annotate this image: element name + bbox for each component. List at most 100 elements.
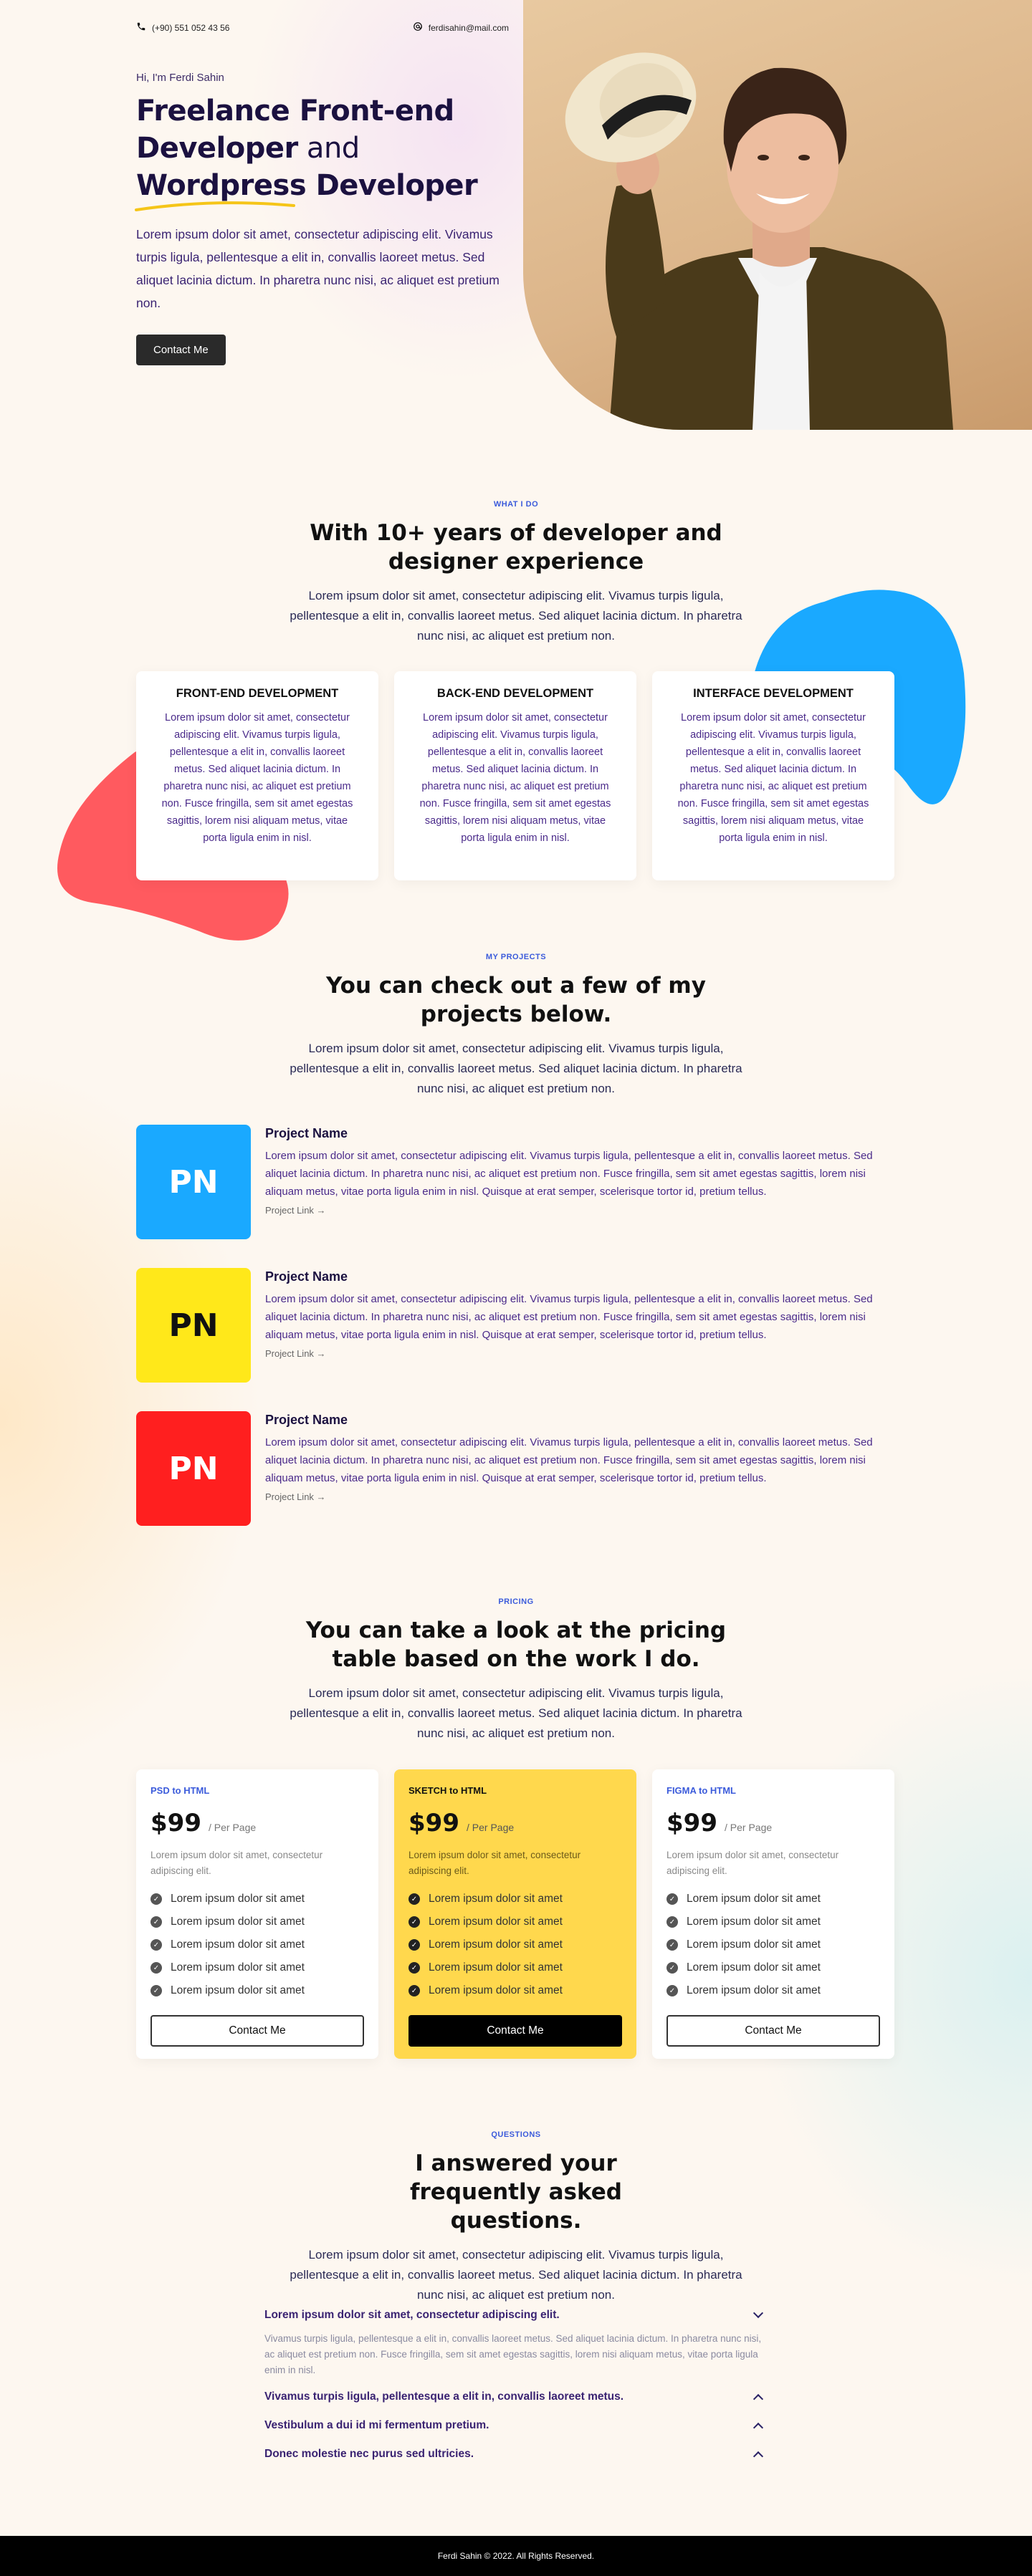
faq-question-toggle[interactable]: Lorem ipsum dolor sit amet, consectetur … <box>264 2301 766 2330</box>
pricing-card-sketch: SKETCH to HTML $99 / Per Page Lorem ipsum… <box>394 1769 636 2059</box>
plan-feature: ✓ Lorem ipsum dolor sit amet <box>150 1933 364 1956</box>
plan-per: / Per Page <box>208 1822 257 1833</box>
service-card-title: INTERFACE DEVELOPMENT <box>693 687 854 700</box>
check-icon: ✓ <box>150 1893 162 1905</box>
faq-question-toggle[interactable]: Vivamus turpis ligula, pellentesque a el… <box>264 2383 766 2411</box>
pricing-cards: PSD to HTML $99 / Per Page Lorem ipsum do… <box>136 1769 894 2059</box>
project-thumbnail[interactable]: PN <box>136 1125 251 1239</box>
hero-title-line2-light: and <box>297 132 360 165</box>
feature-label: Lorem ipsum dolor sit amet <box>429 1961 563 1974</box>
project-item: PN Project Name Lorem ipsum dolor sit am… <box>136 1125 896 1239</box>
check-icon: ✓ <box>666 1939 678 1951</box>
plan-feature: ✓ Lorem ipsum dolor sit amet <box>666 1888 880 1911</box>
plan-feature: ✓ Lorem ipsum dolor sit amet <box>666 1933 880 1956</box>
faq-question: Vivamus turpis ligula, pellentesque a el… <box>264 2390 624 2403</box>
hero-title: Freelance Front-end Developer and Wordpr… <box>135 92 509 211</box>
pricing-description: Lorem ipsum dolor sit amet, consectetur … <box>290 1686 742 1740</box>
pricing-card-psd: PSD to HTML $99 / Per Page Lorem ipsum do… <box>136 1769 378 2059</box>
project-link[interactable]: Project Link → <box>265 1348 326 1359</box>
pricing-eyebrow: PRICING <box>498 1597 534 1606</box>
footer: Ferdi Sahin © 2022. All Rights Reserved. <box>0 2536 1032 2576</box>
pricing-title: You can take a look at the pricing table… <box>305 1618 727 1672</box>
check-icon: ✓ <box>666 1893 678 1905</box>
feature-label: Lorem ipsum dolor sit amet <box>171 1961 305 1974</box>
projects-description: Lorem ipsum dolor sit amet, consectetur … <box>290 1042 742 1095</box>
faq-list: Lorem ipsum dolor sit amet, consectetur … <box>264 2301 766 2469</box>
feature-label: Lorem ipsum dolor sit amet <box>429 1916 563 1928</box>
hero-contact-button[interactable]: Contact Me <box>136 335 226 365</box>
footer-copyright: Ferdi Sahin © 2022. All Rights Reserved. <box>437 2551 595 2561</box>
project-link[interactable]: Project Link → <box>265 1491 326 1502</box>
plan-name: FIGMA to HTML <box>666 1785 736 1796</box>
plan-contact-button[interactable]: Contact Me <box>150 2015 364 2047</box>
check-icon: ✓ <box>666 1962 678 1974</box>
plan-contact-button[interactable]: Contact Me <box>408 2015 622 2047</box>
feature-label: Lorem ipsum dolor sit amet <box>429 1984 563 1996</box>
faq-description: Lorem ipsum dolor sit amet, consectetur … <box>290 2248 742 2302</box>
faq-item: Lorem ipsum dolor sit amet, consectetur … <box>264 2301 766 2378</box>
hero-title-line1: Freelance Front-end <box>136 95 454 128</box>
check-icon: ✓ <box>408 1916 420 1928</box>
plan-contact-button[interactable]: Contact Me <box>666 2015 880 2047</box>
underline-swash-icon <box>135 201 295 211</box>
hero-photo <box>523 0 1032 430</box>
service-card-title: FRONT-END DEVELOPMENT <box>176 687 339 700</box>
project-item: PN Project Name Lorem ipsum dolor sit am… <box>136 1268 896 1383</box>
projects-list: PN Project Name Lorem ipsum dolor sit am… <box>136 1125 896 1554</box>
feature-label: Lorem ipsum dolor sit amet <box>687 1984 821 1996</box>
hero-text: Hi, I'm Ferdi Sahin Freelance Front-end … <box>135 72 509 365</box>
feature-label: Lorem ipsum dolor sit amet <box>687 1938 821 1951</box>
plan-feature: ✓ Lorem ipsum dolor sit amet <box>666 1979 880 2002</box>
hero-section: (+90) 551 052 43 56 ferdisahin@mail.com … <box>0 0 1032 430</box>
feature-label: Lorem ipsum dolor sit amet <box>429 1893 563 1905</box>
feature-label: Lorem ipsum dolor sit amet <box>429 1938 563 1951</box>
plan-per: / Per Page <box>724 1822 773 1833</box>
plan-price: $99 <box>150 1809 201 1837</box>
project-description: Lorem ipsum dolor sit amet, consectetur … <box>265 1150 873 1198</box>
service-card-frontend: FRONT-END DEVELOPMENT Lorem ipsum dolor … <box>136 671 378 880</box>
project-description: Lorem ipsum dolor sit amet, consectetur … <box>265 1293 873 1341</box>
plan-features: ✓ Lorem ipsum dolor sit amet ✓ Lorem ipsum… <box>408 1888 622 2002</box>
plan-name: PSD to HTML <box>150 1785 210 1796</box>
faq-item: Donec molestie nec purus sed ultricies. <box>264 2440 766 2469</box>
faq-question-toggle[interactable]: Donec molestie nec purus sed ultricies. <box>264 2440 766 2469</box>
plan-description: Lorem ipsum dolor sit amet, consectetur … <box>150 1850 323 1876</box>
services-eyebrow: WHAT I DO <box>493 500 539 509</box>
phone-contact[interactable]: (+90) 551 052 43 56 <box>136 21 229 34</box>
phone-icon <box>136 21 146 34</box>
plan-feature: ✓ Lorem ipsum dolor sit amet <box>150 1888 364 1911</box>
plan-feature: ✓ Lorem ipsum dolor sit amet <box>408 1956 622 1979</box>
faq-item: Vivamus turpis ligula, pellentesque a el… <box>264 2383 766 2411</box>
check-icon: ✓ <box>666 1916 678 1928</box>
plan-price: $99 <box>408 1809 459 1837</box>
feature-label: Lorem ipsum dolor sit amet <box>171 1984 305 1996</box>
feature-label: Lorem ipsum dolor sit amet <box>171 1893 305 1905</box>
plan-feature: ✓ Lorem ipsum dolor sit amet <box>150 1979 364 2002</box>
feature-label: Lorem ipsum dolor sit amet <box>687 1893 821 1905</box>
check-icon: ✓ <box>408 1985 420 1996</box>
service-card-text: Lorem ipsum dolor sit amet, consectetur … <box>161 712 353 844</box>
check-icon: ✓ <box>150 1985 162 1996</box>
feature-label: Lorem ipsum dolor sit amet <box>687 1961 821 1974</box>
email-contact[interactable]: ferdisahin@mail.com <box>413 21 509 34</box>
faq-title: I answered your frequently asked questio… <box>410 2150 622 2234</box>
plan-description: Lorem ipsum dolor sit amet, consectetur … <box>408 1850 581 1876</box>
plan-features: ✓ Lorem ipsum dolor sit amet ✓ Lorem ipsum… <box>150 1888 364 2002</box>
project-thumbnail[interactable]: PN <box>136 1411 251 1526</box>
plan-feature: ✓ Lorem ipsum dolor sit amet <box>408 1911 622 1933</box>
portrait-illustration <box>565 52 953 430</box>
project-thumbnail[interactable]: PN <box>136 1268 251 1383</box>
projects-heading: MY PROJECTS You can check out a few of m… <box>0 953 1032 1099</box>
service-card-interface: INTERFACE DEVELOPMENT Lorem ipsum dolor … <box>652 671 894 880</box>
faq-question: Donec molestie nec purus sed ultricies. <box>264 2448 474 2460</box>
check-icon: ✓ <box>408 1962 420 1974</box>
phone-number: (+90) 551 052 43 56 <box>152 22 230 33</box>
email-address: ferdisahin@mail.com <box>428 22 509 33</box>
hero-title-line3-underlined: Wordpress <box>136 169 307 202</box>
projects-title: You can check out a few of my projects b… <box>326 973 706 1027</box>
chevron-up-icon <box>752 2393 764 2405</box>
project-link[interactable]: Project Link → <box>265 1205 326 1216</box>
feature-label: Lorem ipsum dolor sit amet <box>171 1916 305 1928</box>
faq-question-toggle[interactable]: Vestibulum a dui id mi fermentum pretium… <box>264 2411 766 2440</box>
plan-name: SKETCH to HTML <box>408 1785 487 1796</box>
